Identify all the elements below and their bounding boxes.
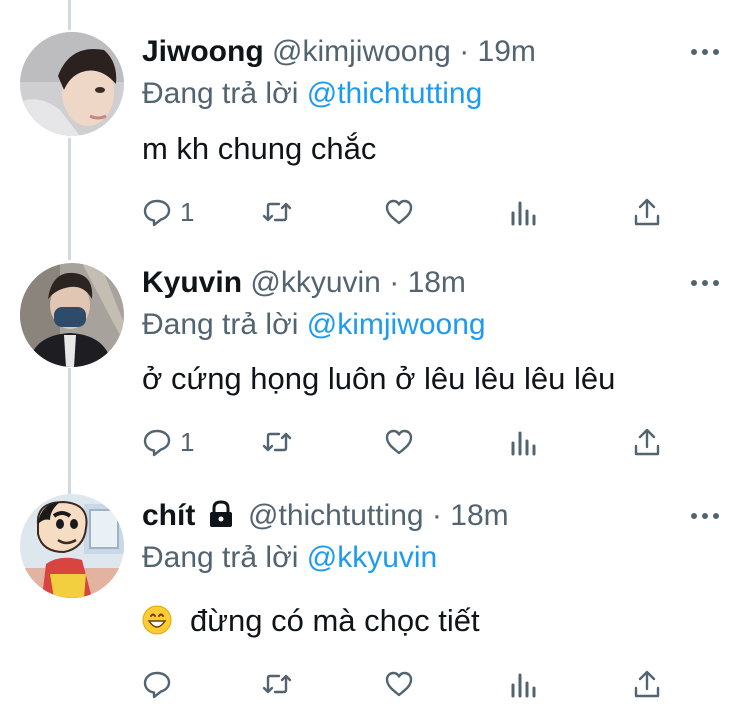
avatar[interactable] <box>20 263 124 367</box>
like-icon <box>385 429 413 455</box>
display-name[interactable]: Kyuvin <box>142 266 242 299</box>
reply-button[interactable]: 1 <box>142 195 194 229</box>
retweet-icon <box>262 674 292 694</box>
share-button[interactable] <box>632 667 662 701</box>
action-bar: 1 <box>142 195 682 229</box>
action-bar <box>142 667 682 701</box>
timestamp[interactable]: 18m <box>450 499 508 532</box>
replying-prefix: Đang trả lời <box>142 77 299 110</box>
tweet-header: chít @thichtutting · 18m <box>142 498 509 534</box>
user-handle[interactable]: @kkyuvin <box>250 266 381 299</box>
tweet-text: ở cứng họng luôn ở lêu lêu lêu lêu <box>142 361 616 396</box>
separator-dot: · <box>389 266 400 299</box>
like-icon <box>385 199 413 225</box>
replying-prefix: Đang trả lời <box>142 541 299 574</box>
like-button[interactable] <box>384 667 414 701</box>
retweet-button[interactable] <box>262 195 292 229</box>
grinning-face-emoji <box>142 605 172 635</box>
analytics-button[interactable] <box>509 195 539 229</box>
reply-icon <box>143 429 171 457</box>
avatar[interactable] <box>20 32 124 136</box>
replying-mention[interactable]: @kkyuvin <box>307 541 438 574</box>
action-bar: 1 <box>142 425 682 459</box>
user-handle[interactable]: @kimjiwoong <box>272 35 451 68</box>
more-icon[interactable] <box>690 276 720 290</box>
tweet-text-container: đừng có mà chọc tiết <box>142 602 480 640</box>
retweet-icon <box>262 202 292 222</box>
tweet-header: Jiwoong @kimjiwoong · 19m <box>142 34 536 70</box>
display-name[interactable]: chít <box>142 499 195 532</box>
tweet[interactable]: Kyuvin @kkyuvin · 18m Đang trả lời @kimj… <box>0 240 750 480</box>
retweet-button[interactable] <box>262 667 292 701</box>
share-icon <box>634 198 660 226</box>
avatar[interactable] <box>20 494 124 598</box>
timestamp[interactable]: 19m <box>478 35 536 68</box>
more-icon[interactable] <box>690 45 720 59</box>
reply-count: 1 <box>180 196 195 227</box>
replying-to: Đang trả lời @kkyuvin <box>142 540 437 576</box>
tweet-text: m kh chung chắc <box>142 131 377 166</box>
reply-icon <box>143 671 171 699</box>
reply-icon <box>143 199 171 227</box>
replying-to: Đang trả lời @thichtutting <box>142 76 482 112</box>
analytics-button[interactable] <box>509 425 539 459</box>
tweet[interactable]: Jiwoong @kimjiwoong · 19m Đang trả lời @… <box>0 0 750 240</box>
like-button[interactable] <box>384 425 414 459</box>
share-icon <box>634 670 660 698</box>
lock-icon <box>209 500 232 527</box>
retweet-icon <box>262 432 292 452</box>
share-button[interactable] <box>632 425 662 459</box>
more-icon[interactable] <box>690 509 720 523</box>
share-icon <box>634 428 660 456</box>
analytics-icon <box>511 431 536 456</box>
timestamp[interactable]: 18m <box>408 266 466 299</box>
tweet-text: đừng có mà chọc tiết <box>190 603 480 638</box>
user-handle[interactable]: @thichtutting <box>248 499 424 532</box>
separator-dot: · <box>431 499 442 532</box>
share-button[interactable] <box>632 195 662 229</box>
analytics-button[interactable] <box>509 667 539 701</box>
display-name[interactable]: Jiwoong <box>142 35 264 68</box>
reply-button[interactable] <box>142 667 180 701</box>
tweet-header: Kyuvin @kkyuvin · 18m <box>142 265 466 301</box>
analytics-icon <box>511 201 536 226</box>
analytics-icon <box>511 673 536 698</box>
retweet-button[interactable] <box>262 425 292 459</box>
replying-mention[interactable]: @thichtutting <box>307 77 483 110</box>
like-icon <box>385 671 413 697</box>
like-button[interactable] <box>384 195 414 229</box>
separator-dot: · <box>459 35 470 68</box>
replying-to: Đang trả lời @kimjiwoong <box>142 307 486 343</box>
replying-mention[interactable]: @kimjiwoong <box>307 308 486 341</box>
reply-count: 1 <box>180 426 195 457</box>
tweet[interactable]: chít @thichtutting · 18m Đang trả lời @k… <box>0 480 750 712</box>
reply-button[interactable]: 1 <box>142 425 194 459</box>
replying-prefix: Đang trả lời <box>142 308 299 341</box>
